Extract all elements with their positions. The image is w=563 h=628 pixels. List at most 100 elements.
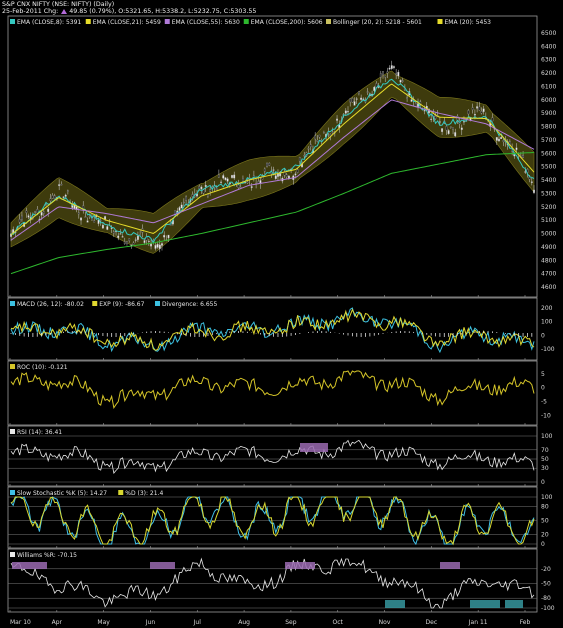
candle-body: [150, 243, 153, 247]
candle-body: [414, 103, 417, 107]
candle-body: [379, 73, 382, 78]
williams-overbought-fill: [440, 562, 460, 569]
candle-body: [355, 98, 358, 100]
price-legend-item: EMA (CLOSE,8): 5391: [17, 19, 81, 26]
candle-body: [515, 147, 518, 150]
rsi-tick-label: 50: [541, 456, 549, 463]
price-tick-label: 6500: [541, 30, 556, 37]
candle-body: [215, 188, 218, 191]
candle-body: [491, 117, 494, 122]
candle-body: [309, 144, 312, 147]
candle-body: [34, 211, 37, 213]
legend-swatch: [10, 364, 15, 369]
candle-body: [347, 111, 349, 113]
candle-body: [331, 131, 334, 133]
candle-body: [226, 178, 229, 182]
williams-tick-label: -100: [541, 605, 555, 612]
candle-body: [268, 162, 271, 166]
candle-body: [307, 148, 310, 150]
williams-overbought-fill: [285, 562, 315, 569]
x-axis-label: Mar 10: [10, 619, 31, 626]
candle-body: [360, 97, 363, 100]
candle-body: [49, 198, 52, 202]
x-axis-label: Apr: [52, 619, 63, 626]
price-tick-label: 5000: [541, 231, 556, 238]
stoch-legend-item: %D (3): 21.4: [125, 490, 163, 497]
candle-body: [452, 127, 454, 130]
rsi-tick-label: 30: [541, 465, 549, 472]
macd-tick-label: 0: [541, 332, 545, 339]
candle-body: [349, 98, 352, 103]
candle-body: [209, 189, 212, 192]
candle-body: [62, 196, 65, 198]
candle-body: [390, 65, 393, 69]
candle-body: [246, 181, 249, 184]
candle-body: [222, 175, 225, 179]
candle-body: [42, 211, 45, 214]
x-axis-label: Jul: [193, 619, 202, 626]
price-tick-label: 4700: [541, 271, 556, 278]
candle-body: [182, 201, 185, 204]
candle-body: [441, 128, 444, 132]
candle-body: [47, 208, 50, 212]
candle-body: [202, 189, 205, 194]
stoch-legend-item: Slow Stochastic %K (5): 14.27: [17, 490, 107, 497]
candle-body: [314, 135, 317, 140]
candle-body: [386, 71, 389, 74]
candle-body: [112, 231, 115, 234]
candle-body: [522, 155, 525, 158]
price-tick-label: 6400: [541, 43, 556, 50]
candle-body: [27, 215, 30, 218]
macd-tick-label: 100: [541, 319, 553, 326]
price-tick-label: 4900: [541, 244, 556, 251]
candle-body: [388, 67, 391, 70]
x-axis-label: Oct: [333, 619, 344, 626]
candle-body: [60, 184, 63, 186]
candle-body: [434, 116, 437, 119]
legend-swatch: [437, 19, 443, 24]
candle-body: [167, 234, 170, 239]
candle-body: [237, 184, 240, 188]
candle-body: [454, 132, 457, 137]
candle-body: [106, 226, 109, 230]
candle-body: [40, 212, 43, 216]
x-axis-label: May: [97, 619, 110, 626]
price-tick-label: 6000: [541, 97, 556, 104]
candle-body: [502, 140, 505, 142]
candle-body: [45, 204, 47, 206]
candle-body: [524, 171, 527, 173]
candle-body: [473, 113, 476, 116]
price-tick-label: 5500: [541, 164, 556, 171]
candle-body: [447, 130, 450, 135]
candle-body: [77, 212, 80, 215]
rsi-tick-label: 0: [541, 479, 545, 486]
candle-body: [136, 235, 139, 240]
candle-body: [178, 207, 181, 211]
candle-body: [467, 110, 470, 115]
macd-legend-item: MACD (26, 12): -80.02: [17, 301, 84, 308]
williams-tick-label: -50: [541, 581, 551, 588]
x-axis-label: Nov: [379, 619, 391, 626]
candle-body: [406, 97, 409, 99]
candle-body: [250, 186, 253, 188]
candle-body: [66, 190, 69, 192]
x-axis-label: Jun: [145, 619, 156, 626]
price-tick-label: 5100: [541, 217, 556, 224]
candle-body: [20, 215, 23, 220]
candle-body: [395, 73, 398, 75]
price-legend-item: Bollinger (20, 2): 5218 - 5601: [333, 19, 422, 26]
candle-body: [84, 216, 87, 218]
legend-swatch: [155, 301, 160, 306]
candle-body: [294, 173, 297, 176]
panel-frame-rsi: [7, 425, 538, 487]
x-axis-label: Dec: [426, 619, 438, 626]
candle-body: [156, 244, 159, 248]
candle-body: [460, 127, 463, 130]
candle-body: [143, 240, 146, 243]
williams-oversold-fill: [385, 600, 405, 608]
stoch-tick-label: 0: [541, 541, 545, 548]
candle-body: [449, 126, 452, 128]
candle-body: [366, 91, 369, 93]
candle-body: [224, 177, 227, 181]
rsi-legend-item: RSI (14): 36.41: [17, 429, 62, 436]
